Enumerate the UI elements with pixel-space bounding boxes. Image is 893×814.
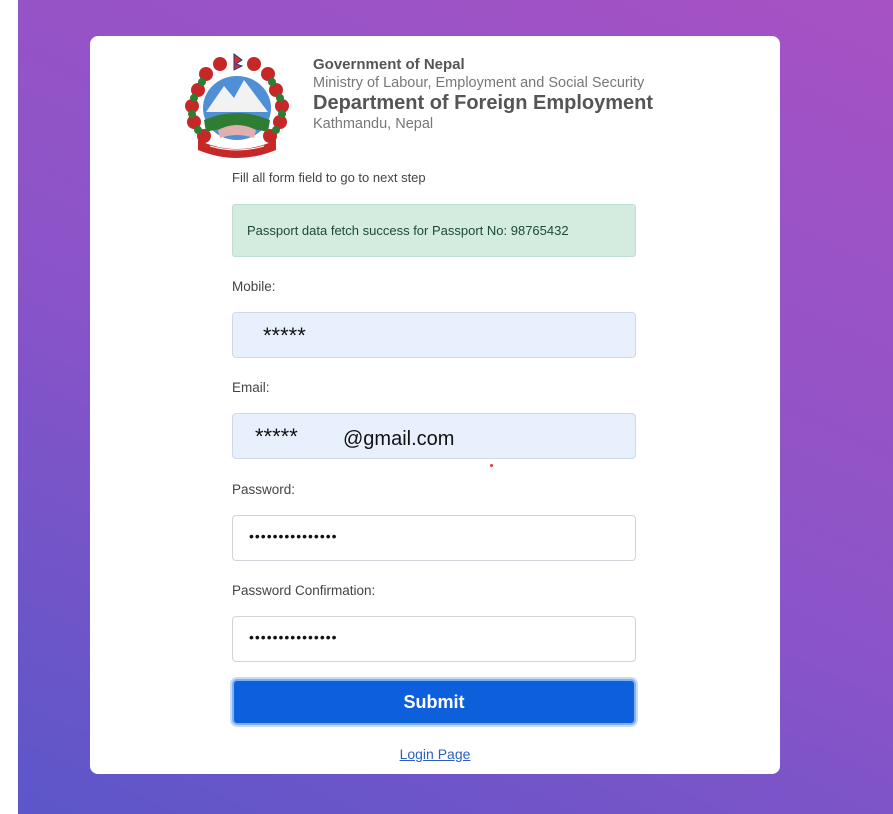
registration-card: Government of Nepal Ministry of Labour, … xyxy=(90,36,780,774)
submit-button[interactable]: Submit xyxy=(232,679,636,725)
login-page-link-text[interactable]: Login Page xyxy=(400,746,471,762)
government-title: Government of Nepal xyxy=(313,56,465,73)
password-confirmation-input[interactable]: ••••••••••••••• xyxy=(232,616,636,662)
password-value: ••••••••••••••• xyxy=(249,528,338,544)
ministry-name: Ministry of Labour, Employment and Socia… xyxy=(313,75,645,91)
red-dot-marker xyxy=(490,464,493,467)
mobile-label: Mobile: xyxy=(232,279,276,294)
location-text: Kathmandu, Nepal xyxy=(313,116,434,132)
password-input[interactable]: ••••••••••••••• xyxy=(232,515,636,561)
mobile-value: ***** xyxy=(263,323,306,348)
email-masked-value: ***** xyxy=(255,424,298,449)
password-label: Password: xyxy=(232,482,296,497)
email-input[interactable]: ***** @gmail.com xyxy=(232,413,636,459)
header-text: Government of Nepal Ministry of Labour, … xyxy=(313,56,653,133)
form-hint: Fill all form field to go to next step xyxy=(232,170,426,185)
mobile-input[interactable]: ***** xyxy=(232,312,636,358)
success-alert: Passport data fetch success for Passport… xyxy=(232,204,636,257)
password-confirmation-value: ••••••••••••••• xyxy=(249,629,338,645)
nepal-emblem-icon xyxy=(185,53,289,158)
email-domain-value: @gmail.com xyxy=(343,428,455,450)
email-label: Email: xyxy=(232,380,270,395)
password-confirmation-label: Password Confirmation: xyxy=(232,583,376,598)
login-page-link[interactable]: Login Page xyxy=(90,746,780,762)
department-name: Department of Foreign Employment xyxy=(313,92,654,114)
